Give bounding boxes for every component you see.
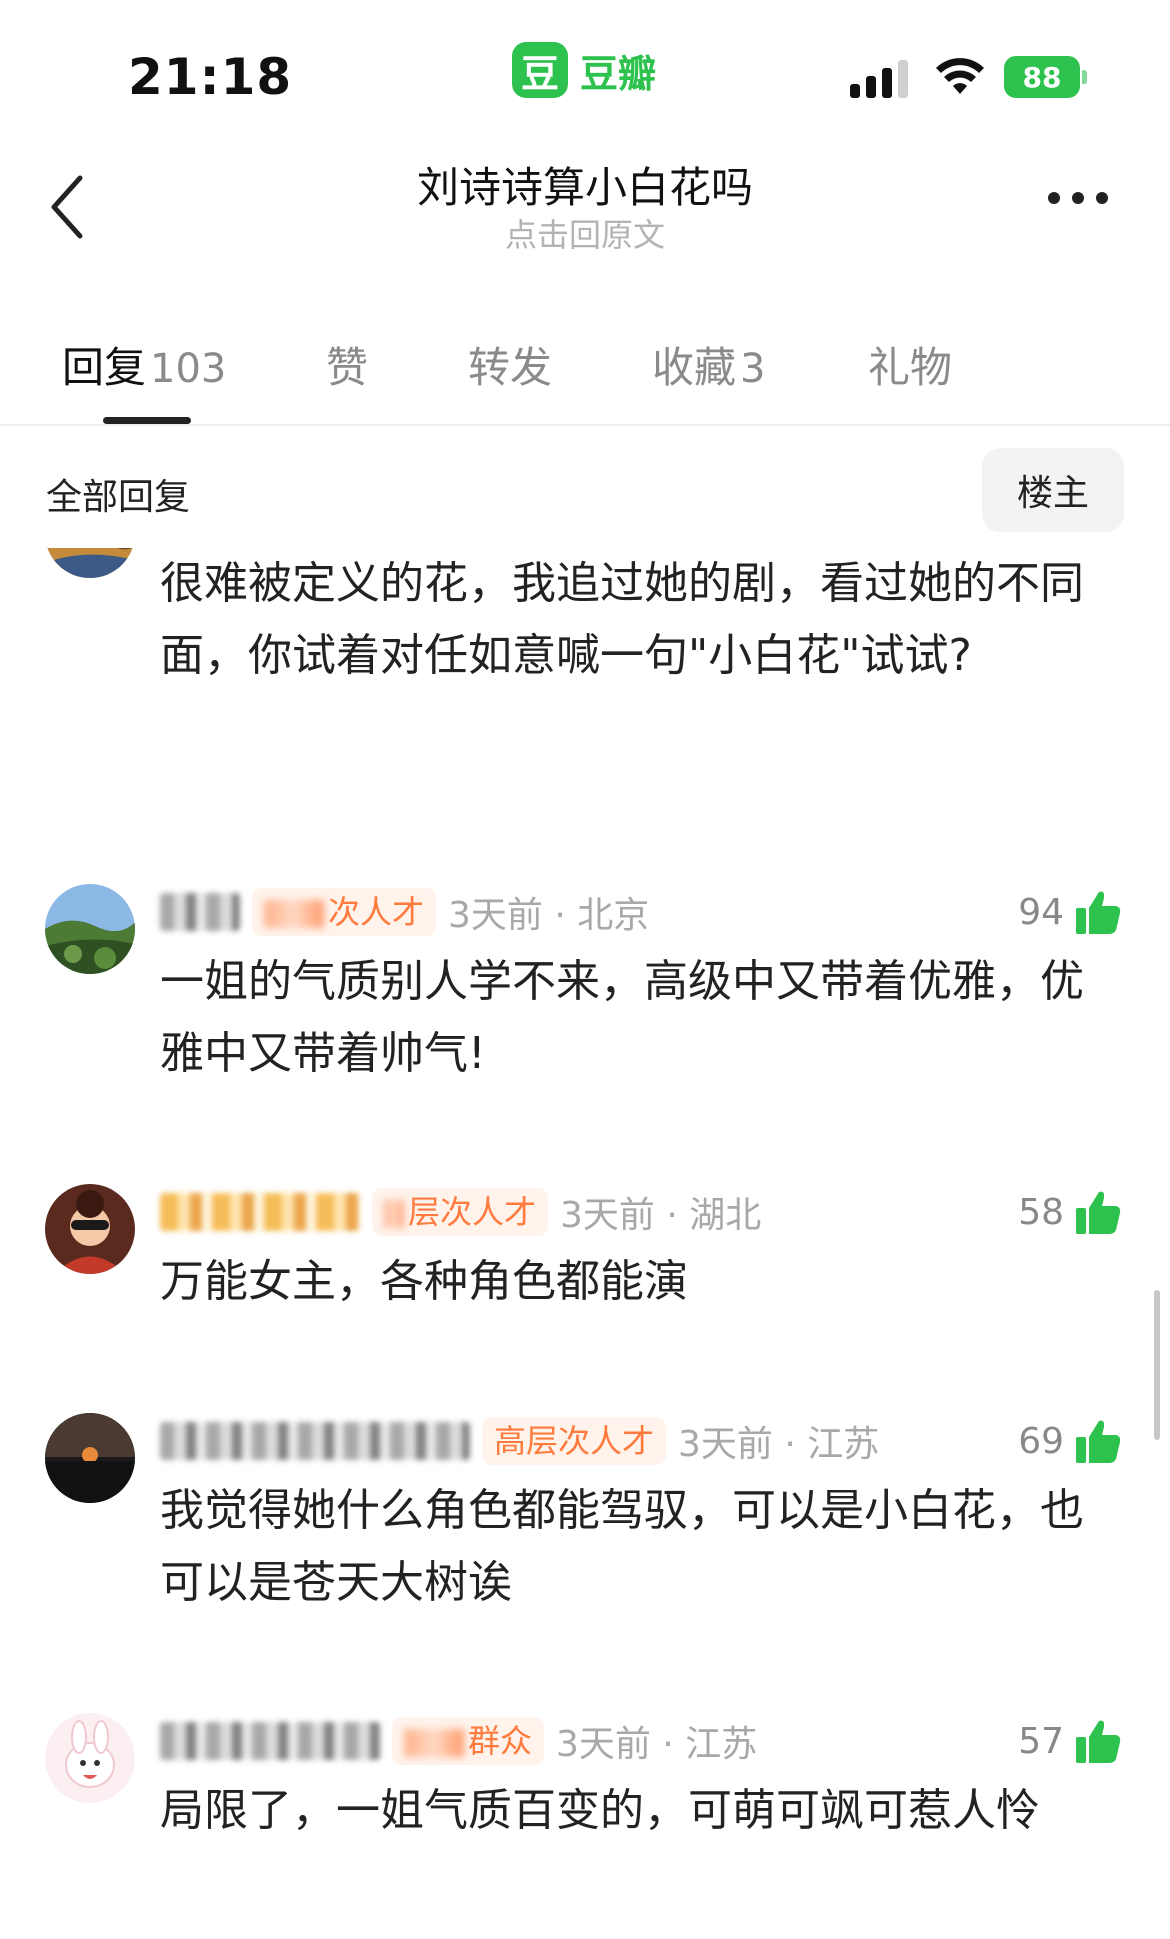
battery-indicator: 88 bbox=[1004, 56, 1087, 98]
avatar[interactable] bbox=[45, 548, 135, 578]
like-count: 58 bbox=[1018, 1191, 1064, 1233]
username[interactable] bbox=[160, 1422, 470, 1460]
user-level-badge-label: 高层次人才 bbox=[494, 1422, 655, 1460]
comment-time-location: 3天前 · 江苏 bbox=[556, 1724, 758, 1765]
comment-meta: 群众 3天前 · 江苏 bbox=[160, 1713, 757, 1769]
more-options-icon[interactable] bbox=[1048, 192, 1108, 204]
comment-time-location: 3天前 · 江苏 bbox=[678, 1424, 880, 1465]
like-count: 94 bbox=[1018, 891, 1064, 933]
op-only-button[interactable]: 楼主 bbox=[982, 448, 1124, 532]
tab-replies-label: 回复 bbox=[62, 343, 147, 392]
comment-list: 很难被定义的花，我追过她的剧，看过她的不同面，你试着对任如意喊一句"小白花"试试… bbox=[0, 548, 1170, 1939]
like-area[interactable]: 58 bbox=[1018, 1184, 1122, 1240]
scrollbar[interactable] bbox=[1154, 1290, 1160, 1440]
thumbs-up-icon[interactable] bbox=[1074, 888, 1122, 936]
comment-meta: 层次人才 3天前 · 湖北 bbox=[160, 1184, 761, 1240]
status-time: 21:18 bbox=[128, 48, 293, 106]
tab-bar: 回复 103 赞 转发 收藏 3 礼物 bbox=[0, 320, 1170, 426]
comment-content: 局限了，一姐气质百变的，可萌可飒可惹人怜 bbox=[160, 1785, 1040, 1836]
battery-level: 88 bbox=[1022, 60, 1062, 94]
comment-meta: 高层次人才 3天前 · 江苏 bbox=[160, 1413, 879, 1469]
user-level-badge: 高层次人才 bbox=[482, 1417, 667, 1465]
avatar[interactable] bbox=[45, 1413, 135, 1503]
avatar[interactable] bbox=[45, 1184, 135, 1274]
comment-content: 万能女主，各种角色都能演 bbox=[160, 1256, 688, 1307]
comment-time-location: 3天前 · 湖北 bbox=[560, 1195, 762, 1236]
username[interactable] bbox=[160, 1193, 360, 1231]
user-level-badge: 层次人才 bbox=[372, 1188, 549, 1236]
avatar[interactable] bbox=[45, 1713, 135, 1803]
thumbs-up-icon[interactable] bbox=[1074, 1188, 1122, 1236]
comment-content: 很难被定义的花，我追过她的剧，看过她的不同面，你试着对任如意喊一句"小白花"试试… bbox=[160, 558, 1084, 681]
page-title: 刘诗诗算小白花吗 bbox=[416, 163, 753, 212]
tab-reposts-label: 转发 bbox=[468, 343, 553, 392]
app-badge: 豆 豆瓣 bbox=[512, 42, 656, 98]
cellular-signal-icon bbox=[850, 60, 908, 98]
comment-content: 我觉得她什么角色都能驾驭，可以是小白花，也可以是苍天大树诶 bbox=[160, 1485, 1084, 1608]
user-level-badge-label: 群众 bbox=[468, 1722, 533, 1760]
comment-meta: 次人才 3天前 · 北京 bbox=[160, 884, 649, 940]
tab-collections[interactable]: 收藏 3 bbox=[652, 334, 765, 395]
like-area[interactable]: 94 bbox=[1018, 884, 1122, 940]
like-count: 69 bbox=[1018, 1420, 1064, 1462]
username[interactable] bbox=[160, 893, 240, 931]
tab-likes[interactable]: 赞 bbox=[326, 334, 368, 395]
filter-row: 全部回复 楼主 bbox=[0, 448, 1170, 538]
user-level-badge-label: 次人才 bbox=[328, 893, 425, 931]
like-area[interactable]: 57 bbox=[1018, 1713, 1122, 1769]
user-level-badge: 群众 bbox=[392, 1717, 545, 1765]
tab-gifts[interactable]: 礼物 bbox=[868, 334, 952, 395]
thumbs-up-icon[interactable] bbox=[1074, 1417, 1122, 1465]
tab-collections-count: 3 bbox=[740, 346, 766, 392]
back-to-original-link[interactable]: 点击回原文 bbox=[0, 210, 1170, 256]
comment-content: 一姐的气质别人学不来，高级中又带着优雅，优雅中又带着帅气! bbox=[160, 956, 1084, 1079]
user-level-badge-label: 层次人才 bbox=[408, 1193, 537, 1231]
douban-logo-icon: 豆 bbox=[512, 42, 568, 98]
comment-time-location: 3天前 · 北京 bbox=[448, 895, 650, 936]
tab-likes-label: 赞 bbox=[326, 343, 369, 392]
all-replies-label: 全部回复 bbox=[46, 477, 191, 518]
wifi-icon bbox=[936, 58, 984, 94]
tab-gifts-label: 礼物 bbox=[868, 343, 953, 392]
status-bar: 21:18 豆 豆瓣 88 bbox=[0, 0, 1170, 140]
tab-replies[interactable]: 回复 103 bbox=[62, 334, 226, 395]
like-count: 57 bbox=[1018, 1720, 1064, 1762]
tab-replies-count: 103 bbox=[150, 346, 227, 392]
like-area[interactable]: 69 bbox=[1018, 1413, 1122, 1469]
active-tab-indicator bbox=[103, 417, 191, 424]
app-name: 豆瓣 bbox=[580, 51, 657, 96]
tab-reposts[interactable]: 转发 bbox=[468, 334, 552, 395]
nav-bar: 刘诗诗算小白花吗 点击回原文 bbox=[0, 140, 1170, 270]
user-level-badge: 次人才 bbox=[252, 888, 437, 936]
username[interactable] bbox=[160, 1722, 380, 1760]
thumbs-up-icon[interactable] bbox=[1074, 1717, 1122, 1765]
tab-collections-label: 收藏 bbox=[652, 343, 737, 392]
avatar[interactable] bbox=[45, 884, 135, 974]
